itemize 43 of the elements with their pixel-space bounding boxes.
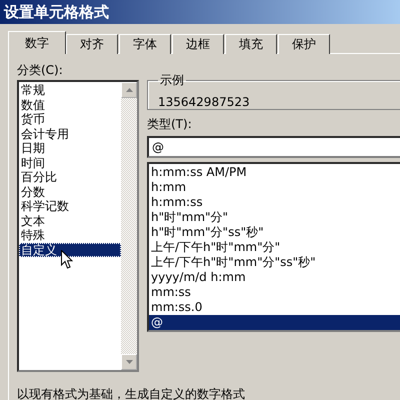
tab[interactable]: 数字: [8, 31, 66, 54]
category-item[interactable]: 时间: [19, 156, 121, 170]
category-item[interactable]: 数值: [19, 98, 121, 112]
down-arrow-icon: [126, 360, 132, 364]
category-item[interactable]: 特殊: [19, 228, 121, 242]
category-item[interactable]: 百分比: [19, 170, 121, 184]
window-title: 设置单元格格式: [0, 0, 400, 24]
sample-label: 示例: [159, 72, 185, 89]
type-item[interactable]: 上午/下午h"时"mm"分"ss"秒": [149, 255, 400, 270]
type-item[interactable]: 上午/下午h"时"mm"分": [149, 240, 400, 255]
type-item[interactable]: h:mm:ss: [149, 195, 400, 210]
type-item[interactable]: h"时"mm"分": [149, 210, 400, 225]
type-item[interactable]: h"时"mm"分"ss"秒": [149, 225, 400, 240]
category-item[interactable]: 会计专用: [19, 126, 121, 141]
scroll-up-button[interactable]: [121, 82, 137, 98]
category-item[interactable]: 科学记数: [19, 199, 121, 214]
category-item[interactable]: 常规: [19, 83, 121, 98]
tab[interactable]: 填充: [225, 34, 277, 54]
up-arrow-icon: [126, 88, 132, 92]
type-item[interactable]: h:mm: [149, 180, 400, 195]
description-text: 以现有格式为基础，生成自定义的数字格式: [17, 386, 246, 400]
tab[interactable]: 边框: [172, 34, 224, 54]
type-label: 类型(T):: [147, 116, 193, 132]
category-label: 分类(C):: [17, 62, 64, 78]
scroll-down-button[interactable]: [121, 354, 137, 370]
category-item[interactable]: 货币: [19, 112, 121, 126]
type-item[interactable]: mm:ss: [149, 285, 400, 300]
category-item[interactable]: 自定义: [19, 242, 121, 257]
category-item[interactable]: 文本: [19, 214, 121, 228]
tab[interactable]: 对齐: [66, 34, 118, 54]
type-field[interactable]: @: [147, 136, 400, 158]
category-list[interactable]: 常规 数值 货币 会计专用 日期 时间 百分比 分数 科学记数 文本 特殊 自定义: [17, 80, 139, 372]
type-item[interactable]: mm:ss.0: [149, 300, 400, 315]
tab[interactable]: 字体: [119, 34, 171, 54]
category-item[interactable]: 分数: [19, 184, 121, 199]
sample-value: 135642987523: [158, 95, 251, 109]
type-list[interactable]: h:mm:ss AM/PM h:mm h:mm:ss h"时"mm"分" h"时"mm"分"ss"秒" 上午/下午h"时"mm"分" 上午/下午h"时"mm"分"ss"秒" yyyy/m/d h:mm mm:ss mm:ss.0 @: [147, 162, 400, 332]
type-item[interactable]: yyyy/m/d h:mm: [149, 270, 400, 285]
tab[interactable]: 保护: [278, 34, 330, 54]
cursor-icon: [61, 250, 73, 268]
type-item[interactable]: h:mm:ss AM/PM: [149, 165, 400, 180]
category-item[interactable]: 日期: [19, 141, 121, 156]
type-item[interactable]: @: [149, 315, 400, 330]
